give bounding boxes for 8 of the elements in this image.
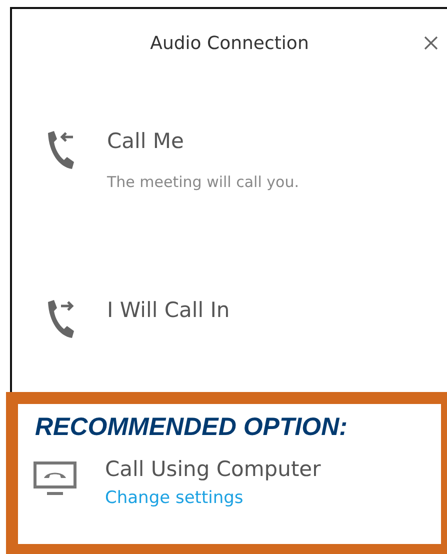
option-label[interactable]: Call Me (107, 127, 184, 155)
dialog-title: Audio Connection (150, 32, 309, 56)
option-description: The meeting will call you. (107, 172, 299, 192)
computer-phone-icon (33, 461, 77, 497)
recommendation-heading: RECOMMENDED OPTION: (34, 412, 348, 442)
option-label[interactable]: I Will Call In (107, 296, 230, 324)
option-label[interactable]: Call Using Computer (105, 455, 321, 483)
close-icon[interactable] (423, 35, 439, 51)
